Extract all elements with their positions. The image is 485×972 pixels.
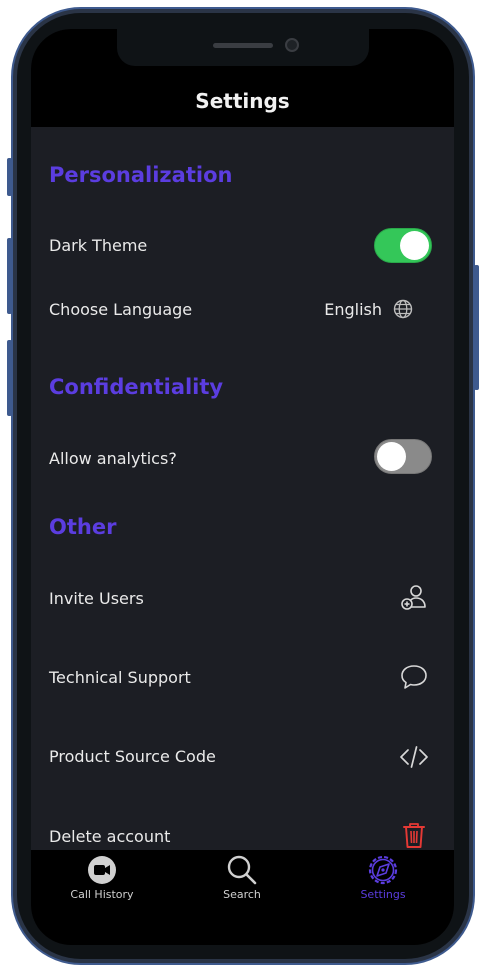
- mute-switch: [7, 158, 12, 196]
- power-button: [474, 265, 479, 390]
- choose-language-label: Choose Language: [49, 300, 193, 319]
- language-value[interactable]: English: [324, 300, 382, 319]
- add-user-icon[interactable]: [399, 583, 429, 613]
- tab-settings[interactable]: Settings: [333, 854, 433, 901]
- gear-icon: [368, 855, 398, 885]
- tab-call-history[interactable]: Call History: [52, 854, 152, 901]
- tab-search[interactable]: Search: [192, 854, 292, 901]
- trash-icon[interactable]: [399, 820, 429, 850]
- technical-support-label[interactable]: Technical Support: [49, 668, 191, 687]
- header-bar: Settings: [31, 29, 454, 127]
- tab-label-settings: Settings: [360, 888, 406, 901]
- chat-bubble-icon[interactable]: [399, 662, 429, 692]
- code-icon[interactable]: [399, 742, 429, 772]
- bottom-tab-bar: Call History Search Settings: [31, 850, 454, 945]
- volume-down-button: [7, 340, 12, 416]
- dark-theme-label: Dark Theme: [49, 236, 148, 255]
- tab-label-call-history: Call History: [70, 888, 134, 901]
- tab-label-search: Search: [223, 888, 261, 901]
- dark-theme-toggle[interactable]: [374, 228, 432, 263]
- toggle-knob: [400, 231, 429, 260]
- section-title-personalization: Personalization: [49, 163, 233, 187]
- invite-users-label[interactable]: Invite Users: [49, 589, 144, 608]
- notch: [117, 29, 369, 66]
- globe-icon[interactable]: [393, 299, 413, 319]
- volume-up-button: [7, 238, 12, 314]
- delete-account-label[interactable]: Delete account: [49, 827, 170, 846]
- product-source-code-label[interactable]: Product Source Code: [49, 747, 216, 766]
- allow-analytics-toggle[interactable]: [374, 439, 432, 474]
- toggle-knob: [377, 442, 406, 471]
- page-title: Settings: [195, 89, 290, 113]
- speaker-grille: [213, 43, 273, 48]
- allow-analytics-label: Allow analytics?: [49, 449, 177, 468]
- front-camera: [285, 38, 299, 52]
- video-call-icon: [88, 856, 116, 884]
- section-title-other: Other: [49, 515, 117, 539]
- section-title-confidentiality: Confidentiality: [49, 375, 224, 399]
- app-screen: Settings Personalization Dark Theme Choo…: [31, 29, 454, 945]
- search-icon: [227, 855, 257, 885]
